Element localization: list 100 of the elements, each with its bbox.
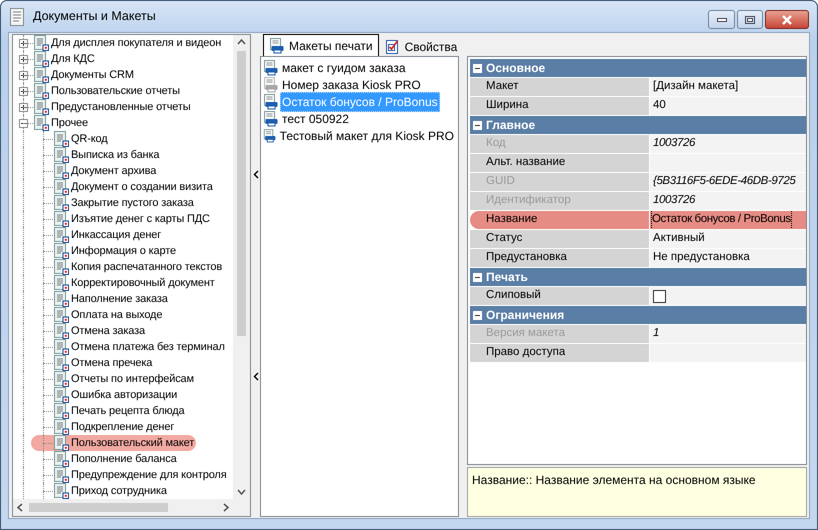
property-value[interactable]: Остаток бонусов / ProBonus [650, 211, 806, 229]
tree-item[interactable]: Отчеты по интерфейсам [53, 371, 196, 387]
maximize-icon[interactable] [745, 16, 755, 24]
document-icon [53, 403, 69, 419]
property-label: Ширина [470, 97, 650, 115]
tree-item[interactable]: Отмена заказа [53, 323, 147, 339]
document-icon [53, 211, 69, 227]
document-icon [53, 163, 69, 179]
tree-item[interactable]: Документ о создании визита [53, 179, 215, 195]
close-button[interactable] [765, 10, 809, 29]
expand-icon[interactable] [19, 87, 28, 96]
property-value: 1003726 [650, 135, 806, 153]
list-item[interactable]: макет с гуидом заказа [280, 58, 408, 78]
document-icon [53, 147, 69, 163]
tree-item[interactable]: Копия распечатанного текстов [53, 259, 224, 275]
tree-item[interactable]: Отмена платежа без терминал [53, 339, 227, 355]
property-value[interactable]: [Дизайн макета] [650, 78, 806, 96]
section-header[interactable]: Главное [470, 116, 806, 135]
horizontal-scrollbar[interactable] [13, 499, 250, 516]
scroll-thumb[interactable] [29, 503, 168, 512]
list-item[interactable]: Тестовый макет для Kiosk PRO [278, 126, 456, 146]
property-value: 1003726 [650, 192, 806, 210]
property-label: Идентификатор [470, 192, 650, 210]
document-icon [33, 51, 49, 67]
minimize-icon[interactable] [716, 18, 726, 22]
expand-icon[interactable] [19, 39, 28, 48]
tree-item[interactable]: Наполнение заказа [53, 291, 170, 307]
tree-item[interactable]: QR-код [53, 131, 110, 147]
document-icon [53, 259, 69, 275]
document-icon [53, 323, 69, 339]
document-icon [53, 435, 69, 451]
document-icon [53, 179, 69, 195]
property-label: Название [470, 211, 650, 229]
expand-icon[interactable] [19, 55, 28, 64]
minimize-button[interactable] [708, 10, 735, 29]
printer-icon [269, 38, 285, 54]
tree-item[interactable]: Для КДС [33, 51, 97, 67]
document-icon [33, 67, 49, 83]
tree-item[interactable]: Предустановленные отчеты [33, 99, 193, 115]
property-value[interactable]: Не предустановка [650, 249, 806, 267]
document-icon [33, 83, 49, 99]
document-icon [53, 243, 69, 259]
property-label: Право доступа [470, 344, 650, 362]
property-label: Макет [470, 78, 650, 96]
tree-item[interactable]: Выписка из банка [53, 147, 162, 163]
section-title: Печать [486, 269, 528, 286]
tree-item[interactable]: Изъятие денег с карты ПДС [53, 211, 212, 227]
tree-item[interactable]: Для дисплея покупателя и видеон [33, 35, 224, 51]
document-icon [33, 99, 49, 115]
maximize-button[interactable] [737, 10, 763, 29]
property-value[interactable]: Активный [650, 230, 806, 248]
tree-item[interactable]: Предупреждение для контроля [53, 467, 229, 483]
document-icon [53, 419, 69, 435]
collapse-icon[interactable] [19, 119, 28, 128]
property-label: Код [470, 135, 650, 153]
tab[interactable]: Свойства [378, 37, 464, 56]
section-header[interactable]: Ограничения [470, 306, 806, 325]
property-label: Предустановка [470, 249, 650, 267]
list-item[interactable]: тест 050922 [280, 108, 351, 128]
expand-icon[interactable] [19, 71, 28, 80]
tree-item[interactable]: Документ архива [53, 163, 158, 179]
tree-item[interactable]: Подкрепление денег [53, 419, 176, 435]
property-label: GUID [470, 173, 650, 191]
tree-item[interactable]: Закрытие пустого заказа [53, 195, 196, 211]
section-header[interactable]: Печать [470, 268, 806, 287]
close-icon[interactable] [781, 14, 793, 24]
section-title: Ограничения [486, 307, 564, 324]
document-icon [53, 195, 69, 211]
vertical-scrollbar[interactable] [233, 35, 250, 499]
tree-item[interactable]: Документы CRM [33, 67, 136, 83]
property-value: 1 [650, 325, 806, 343]
scroll-thumb[interactable] [237, 51, 246, 336]
app-icon [9, 8, 25, 26]
document-icon [53, 371, 69, 387]
tree-item[interactable]: Корректировочный документ [53, 275, 217, 291]
tree-item[interactable]: Информация о карте [53, 243, 178, 259]
document-icon [53, 451, 69, 467]
tree-item[interactable]: Пользовательский макет [31, 435, 196, 451]
property-value[interactable]: 40 [650, 97, 806, 115]
tree-item[interactable]: Оплата на выходе [53, 307, 164, 323]
tree-item[interactable]: Печать рецепта блюда [53, 403, 186, 419]
document-icon [53, 387, 69, 403]
checkbox[interactable] [653, 290, 666, 302]
property-label: Версия макета [470, 325, 650, 343]
expand-icon[interactable] [19, 103, 28, 112]
property-label: Статус [470, 230, 650, 248]
tree-item[interactable]: Отмена пречека [53, 355, 154, 371]
section-header[interactable]: Основное [470, 59, 806, 78]
tree-item[interactable]: Инкассация денег [53, 227, 164, 243]
document-icon [33, 115, 49, 131]
tree-item[interactable]: Пользовательские отчеты [33, 83, 182, 99]
checkbox-document-icon [384, 38, 401, 54]
tree-item[interactable]: Ошибка авторизации [53, 387, 180, 403]
tab[interactable]: Макеты печати [263, 34, 379, 56]
tree-item[interactable]: Прочее [33, 115, 90, 131]
tree-item[interactable]: Пополнение баланса [53, 451, 179, 467]
document-icon [53, 355, 69, 371]
tree-item[interactable]: Приход сотрудника [53, 483, 169, 499]
property-label: Альт. название [470, 154, 650, 172]
document-icon [53, 483, 69, 499]
